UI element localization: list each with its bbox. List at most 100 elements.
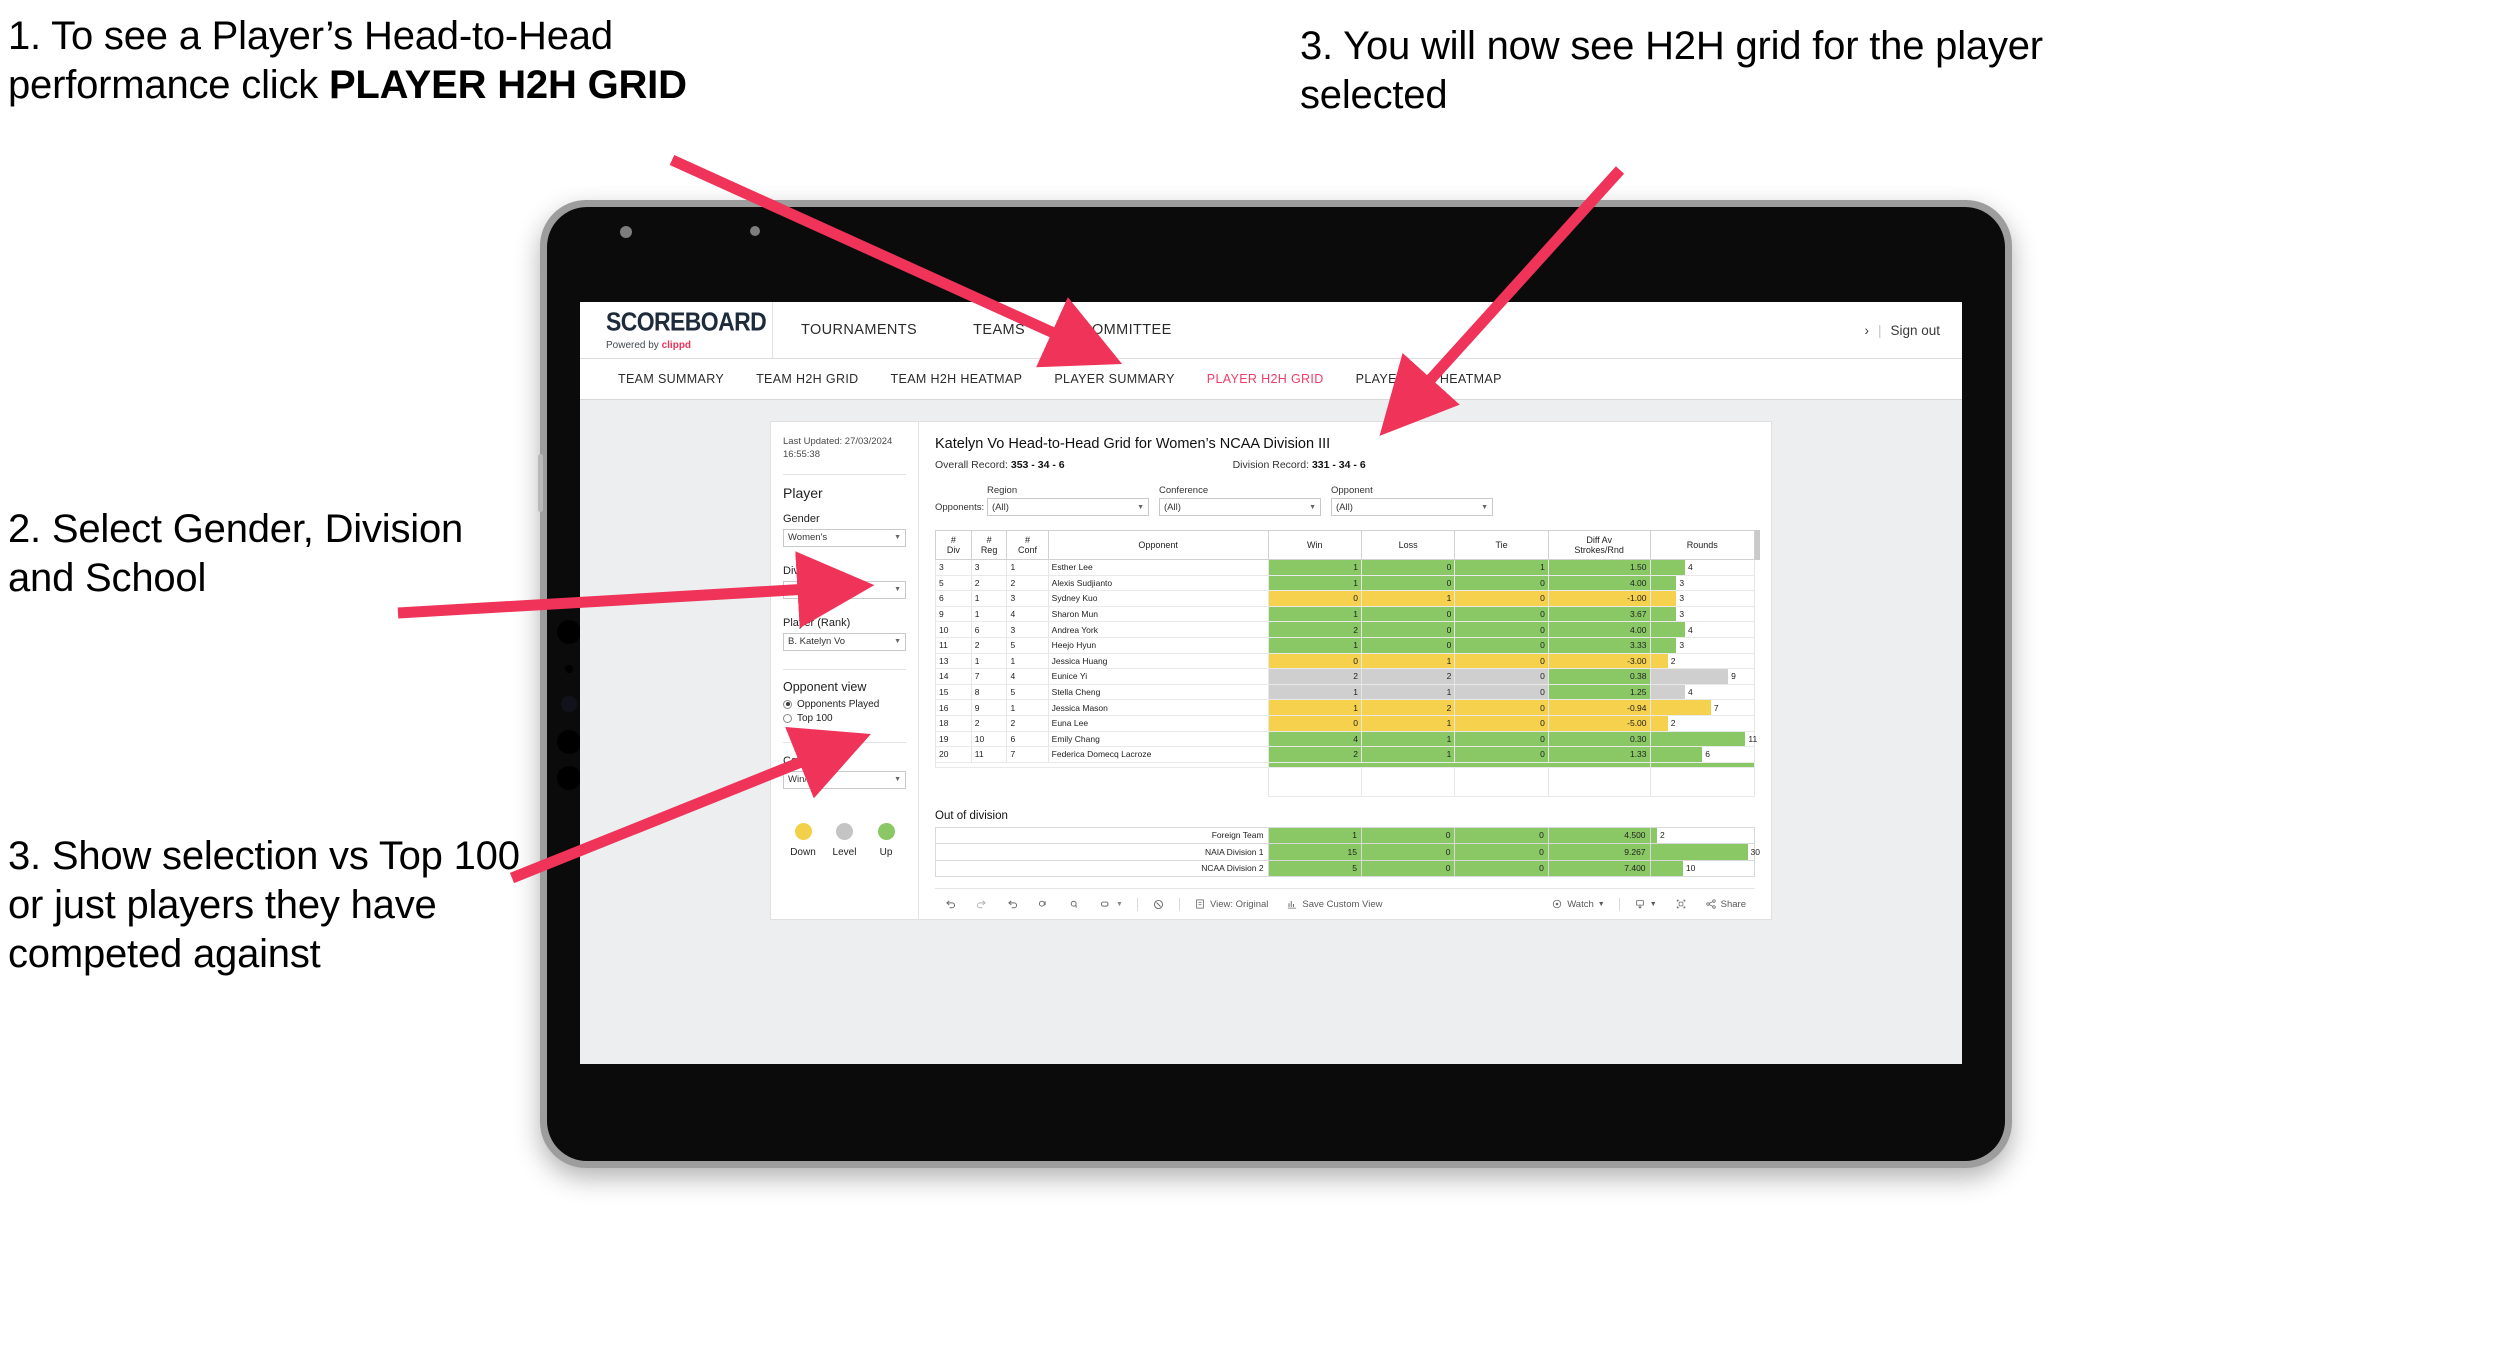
signout-link[interactable]: Sign out	[1890, 323, 1940, 338]
tab-team-h2h-grid[interactable]: TEAM H2H GRID	[740, 372, 874, 386]
table-row[interactable]: 15 8 5 Stella Cheng 1 1 0 1.25 4	[935, 684, 1756, 701]
table-row[interactable]: 6 1 3 Sydney Kuo 0 1 0 -1.00 3	[935, 590, 1756, 607]
filter-opponent: Opponent (All) ▼	[1331, 485, 1493, 516]
table-row[interactable]: 11 2 5 Heejo Hyun 1 0 0 3.33 3	[935, 637, 1756, 654]
colour-by-select-value: Win/loss	[788, 774, 824, 786]
table-row[interactable]: 5 2 2 Alexis Sudjianto 1 0 0 4.00 3	[935, 575, 1756, 592]
cell-conf: 3	[1006, 590, 1049, 607]
tab-player-h2h-heatmap[interactable]: PLAYER H2H HEATMAP	[1340, 372, 1518, 386]
cell-div: 6	[935, 590, 972, 607]
out-of-division-row[interactable]: NAIA Division 1 15 0 0 9.267 30	[935, 843, 1760, 861]
column-header-opponent[interactable]: Opponent	[1047, 530, 1269, 560]
player-rank-select[interactable]: B. Katelyn Vo ▼	[783, 632, 906, 651]
annotation-step-1: 1. To see a Player’s Head-to-Head perfor…	[8, 12, 748, 110]
cell-reg: 2	[970, 575, 1008, 592]
undo-button[interactable]	[935, 898, 966, 911]
table-row[interactable]: 18 2 2 Euna Lee 0 1 0 -5.00 2	[935, 715, 1756, 732]
column-header-win[interactable]: Win	[1267, 530, 1362, 560]
cell-diff-av-strokes: 1.50	[1547, 559, 1651, 576]
column-header-diff-av-strokes-rnd[interactable]: Diff Av Strokes/Rnd	[1547, 530, 1651, 560]
filter-pane: Last Updated: 27/03/2024 16:55:38 Player…	[771, 422, 919, 920]
column-header-rounds[interactable]: Rounds	[1649, 530, 1756, 560]
filter-region-select[interactable]: (All) ▼	[987, 498, 1149, 516]
cell-opponent: Jessica Huang	[1047, 653, 1269, 670]
chevron-down-icon: ▼	[894, 586, 901, 594]
nav-item-tournaments[interactable]: TOURNAMENTS	[773, 302, 945, 358]
cell-win: 1	[1267, 684, 1362, 701]
gender-select[interactable]: Women's ▼	[783, 528, 906, 547]
view-original-label: View: Original	[1209, 898, 1269, 910]
tab-team-summary[interactable]: TEAM SUMMARY	[602, 372, 740, 386]
cell-diff-av-strokes: 3.33	[1547, 637, 1651, 654]
table-row[interactable]: 10 6 3 Andrea York 2 0 0 4.00 4	[935, 621, 1756, 638]
radio-top-100[interactable]: Top 100	[783, 713, 906, 724]
cell-rounds: 3	[1649, 606, 1756, 623]
logo-wordmark: SCOREBOARD	[606, 306, 767, 336]
out-of-division-label: Out of division	[935, 809, 1008, 822]
cell-conf: 1	[1006, 653, 1049, 670]
cell-reg: 2	[970, 637, 1008, 654]
out-of-division-row[interactable]: NCAA Division 2 5 0 0 7.400 10	[935, 859, 1756, 878]
dashboard-canvas: Last Updated: 27/03/2024 16:55:38 Player…	[580, 400, 1962, 1064]
redo-button[interactable]	[966, 898, 997, 911]
refresh-button[interactable]	[1028, 898, 1059, 911]
revert-button[interactable]	[997, 898, 1028, 911]
division-select[interactable]: NCAA Division III ▼	[783, 580, 906, 599]
chevron-down-icon: ▼	[1597, 900, 1605, 908]
table-row[interactable]: 19 10 6 Emily Chang 4 1 0 0.30 11	[935, 731, 1757, 748]
filter-conference-value: (All)	[1164, 501, 1181, 513]
column-header-tie[interactable]: Tie	[1454, 530, 1549, 560]
table-row[interactable]: 13 1 1 Jessica Huang 0 1 0 -3.00 2	[935, 653, 1756, 670]
cell-win: 2	[1267, 668, 1362, 685]
tab-player-h2h-grid[interactable]: PLAYER H2H GRID	[1191, 372, 1340, 386]
cell-loss: 0	[1360, 621, 1456, 638]
grid-scrollbar-thumb[interactable]	[1755, 530, 1760, 560]
toolbar-separator	[1136, 897, 1138, 911]
table-row[interactable]: 3 3 1 Esther Lee 1 0 1 1.50 4	[935, 559, 1756, 576]
records-row: Overall Record: 353 - 34 - 6 Division Re…	[935, 459, 1755, 471]
radio-opponents-played-label: Opponents Played	[797, 698, 880, 710]
colour-by-select[interactable]: Win/loss ▼	[783, 770, 906, 789]
view-original-button[interactable]: View: Original	[1185, 898, 1277, 910]
table-row[interactable]: 20 11 7 Federica Domecq Lacroze 2 1 0 1.33 6	[935, 746, 1756, 763]
filter-conference-label: Conference	[1159, 485, 1209, 496]
nav-item-teams[interactable]: TEAMS	[945, 302, 1053, 358]
chevron-down-icon: ▼	[894, 776, 901, 784]
cell-win: 1	[1267, 826, 1362, 845]
share-button[interactable]: Share	[1696, 898, 1755, 910]
table-row[interactable]: 9 1 4 Sharon Mun 1 0 0 3.67 3	[935, 606, 1756, 623]
annotation-step-3: 3. Show selection vs Top 100 or just pla…	[8, 834, 520, 976]
grid-scrollbar[interactable]	[1754, 530, 1761, 797]
column-header-reg[interactable]: # Reg	[970, 530, 1008, 560]
download-button[interactable]: ▼	[1625, 898, 1666, 910]
tab-player-summary[interactable]: PLAYER SUMMARY	[1038, 372, 1190, 386]
table-row[interactable]: 14 7 4 Eunice Yi 2 2 0 0.38 9	[935, 668, 1756, 685]
cell-loss: 1	[1360, 715, 1456, 732]
zoom-select-button[interactable]: ▼	[1090, 898, 1132, 911]
cell-loss: 0	[1360, 826, 1456, 845]
table-row[interactable]: 16 9 1 Jessica Mason 1 2 0 -0.94 7	[935, 699, 1756, 716]
tablet-side-button[interactable]	[538, 454, 543, 512]
filter-conference-select[interactable]: (All) ▼	[1159, 498, 1321, 516]
fullscreen-button[interactable]	[1666, 898, 1696, 910]
column-header-div[interactable]: # Div	[935, 530, 972, 560]
reset-button[interactable]	[1143, 898, 1174, 911]
cell-opponent: Eunice Yi	[1047, 668, 1269, 685]
nav-item-committee[interactable]: COMMITTEE	[1053, 302, 1200, 358]
tab-team-h2h-heatmap[interactable]: TEAM H2H HEATMAP	[875, 372, 1039, 386]
annotation-step-2: 2. Select Gender, Division and School	[8, 507, 464, 600]
cell-reg: 7	[970, 668, 1008, 685]
column-header-loss[interactable]: Loss	[1360, 530, 1456, 560]
filter-opponent-select[interactable]: (All) ▼	[1331, 498, 1493, 516]
pause-button[interactable]	[1059, 898, 1090, 911]
watch-button[interactable]: Watch ▼	[1542, 898, 1614, 910]
radio-opponents-played[interactable]: Opponents Played	[783, 699, 906, 710]
filter-region: Region (All) ▼	[987, 485, 1149, 516]
h2h-grid-body: 3 3 1 Esther Lee 1 0 1 1.50 4 5 2 2 Alexis Sudjianto…	[935, 559, 1757, 797]
save-custom-view-button[interactable]: Save Custom View	[1277, 898, 1391, 910]
cell-reg: 11	[970, 746, 1008, 763]
legend-label-down: Down	[790, 846, 816, 858]
out-of-division-row[interactable]: Foreign Team 1 0 0 4.500 2	[935, 826, 1756, 845]
column-header-conf[interactable]: # Conf	[1006, 530, 1049, 560]
cell-div: 3	[935, 559, 972, 576]
